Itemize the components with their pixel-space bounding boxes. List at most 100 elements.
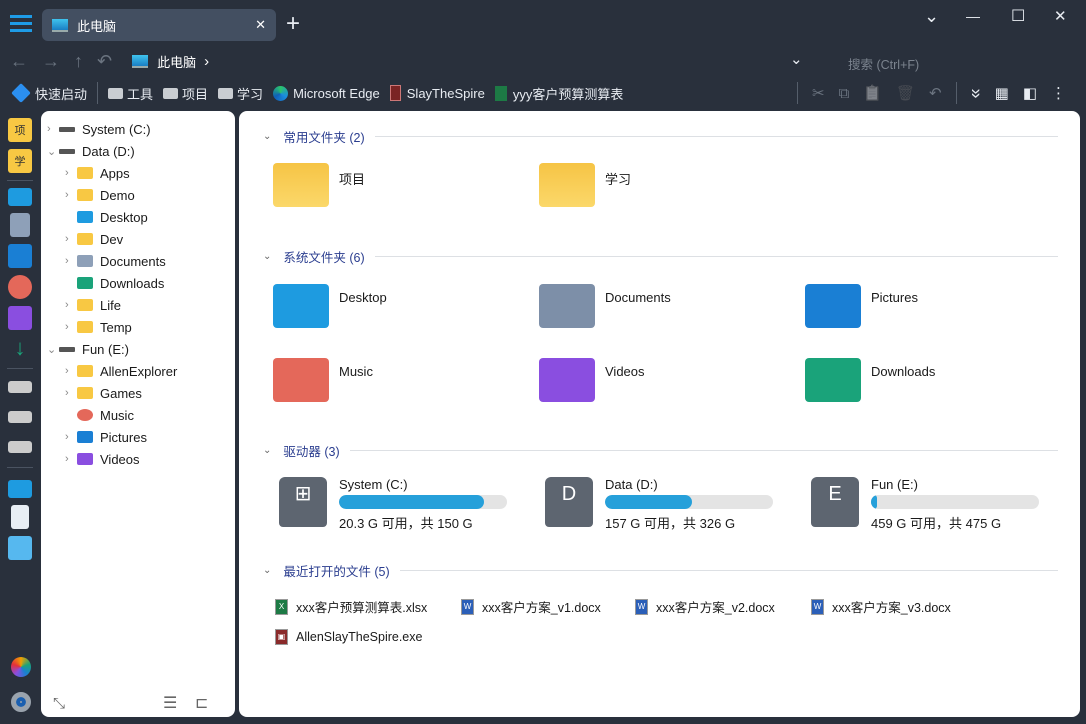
expand-chevron-icon[interactable]: › [65,299,77,311]
breadcrumb-separator[interactable]: › [204,53,209,70]
tree-item[interactable]: › Documents [65,250,166,272]
recent-file[interactable]: ▣ AllenSlayTheSpire.exe [275,629,422,645]
drive-item[interactable]: ⊞ System (C:) 20.3 G 可用，共 150 G [279,477,507,532]
section-system-folders[interactable]: ⌄ 系统文件夹 (6) [263,247,1058,266]
section-common-folders[interactable]: ⌄ 常用文件夹 (2) [263,127,1058,146]
drive-c-icon[interactable] [8,381,32,393]
tree-item[interactable]: › Demo [65,184,135,206]
recent-file[interactable]: Wxxx客户方案_v1.docx [461,597,601,616]
quick-launch[interactable]: 快速启动 [11,83,87,103]
section-drives[interactable]: ⌄ 驱动器 (3) [263,441,1058,460]
more-button[interactable]: ⋮ [1051,84,1066,102]
drive-e-icon[interactable] [8,441,32,453]
preview-pane-button[interactable]: ◧ [1023,84,1037,102]
expand-chevron-icon[interactable]: › [65,321,77,333]
music-icon[interactable] [8,275,32,299]
tree-item[interactable]: › Videos [65,448,140,470]
pinned-study[interactable]: 学 [8,149,32,173]
expand-chevron-icon[interactable]: › [47,123,59,135]
quick-study[interactable]: 学习 [218,84,263,103]
tree-item[interactable]: › Life [65,294,121,316]
drive-item[interactable]: D Data (D:) 157 G 可用，共 326 G [545,477,773,532]
delete-button[interactable]: 🗑 [896,84,915,102]
forward-button[interactable]: → [42,51,60,72]
new-tab-button[interactable]: + [286,10,300,38]
undo-nav-button[interactable]: ↶ [97,51,112,72]
system-folder-item[interactable]: Pictures [805,284,918,328]
tree-item[interactable]: › AllenExplorer [65,360,177,382]
quick-edge[interactable]: Microsoft Edge [273,85,380,101]
tree-item[interactable]: › Games [65,382,142,404]
system-folder-item[interactable]: Desktop [273,284,387,328]
drive-item[interactable]: E Fun (E:) 459 G 可用，共 475 G [811,477,1039,532]
folder-item[interactable]: 学习 [539,163,631,207]
tree-item[interactable]: › Dev [65,228,123,250]
section-recent-files[interactable]: ⌄ 最近打开的文件 (5) [263,561,1058,580]
expand-toolbar-button[interactable]: » [965,88,986,98]
copy-button[interactable]: ⧉ [839,85,850,102]
recent-file[interactable]: Wxxx客户方案_v3.docx [811,597,951,616]
system-folder-item[interactable]: Downloads [805,358,935,402]
pinned-projects[interactable]: 项 [8,118,32,142]
tabs-dropdown-button[interactable]: ⌄ [924,6,939,27]
expand-chevron-icon[interactable]: › [65,255,77,267]
system-folder-item[interactable]: Documents [539,284,671,328]
tree-item[interactable]: › Pictures [65,426,147,448]
color-theme-icon[interactable] [11,657,31,677]
expand-chevron-icon[interactable]: › [65,365,77,377]
expand-chevron-icon[interactable]: ⌄ [47,343,59,356]
up-button[interactable]: ↑ [74,51,83,72]
expand-chevron-icon[interactable]: › [65,387,77,399]
tree-item[interactable]: ⌄ Fun (E:) [47,338,129,360]
this-pc-icon[interactable] [8,480,32,498]
menu-button[interactable] [10,15,32,33]
quick-projects[interactable]: 项目 [163,84,208,103]
collapse-all-icon[interactable]: ⤡ [53,695,65,712]
expand-chevron-icon[interactable]: › [65,233,77,245]
videos-icon[interactable] [8,306,32,330]
maximize-button[interactable]: ☐ [1011,6,1025,26]
recent-file[interactable]: Wxxx客户方案_v2.docx [635,597,775,616]
drive-d-icon[interactable] [8,411,32,423]
close-window-button[interactable]: ✕ [1054,7,1067,25]
expand-chevron-icon[interactable]: ⌄ [47,145,59,158]
quick-tools[interactable]: 工具 [108,84,153,103]
breadcrumb-this-pc[interactable]: 此电脑 [157,52,196,71]
tree-item[interactable]: Desktop [65,206,148,228]
search-input[interactable]: 搜索 (Ctrl+F) [848,54,1068,73]
downloads-icon[interactable]: ↓ [8,337,32,361]
cut-button[interactable]: ✂ [812,84,825,102]
control-panel-icon[interactable] [8,536,32,560]
tree-item[interactable]: › System (C:) [47,118,151,140]
tree-item[interactable]: Downloads [65,272,164,294]
tree-item[interactable]: › Apps [65,162,130,184]
view-mode-button[interactable]: ▦ [995,84,1009,102]
settings-icon[interactable] [11,692,31,712]
tree-item[interactable]: Music [65,404,134,426]
expand-chevron-icon[interactable]: › [65,189,77,201]
folder-item[interactable]: 项目 [273,163,365,207]
undo-button[interactable]: ↶ [929,84,942,102]
tab-this-pc[interactable]: 此电脑 ✕ [42,9,276,41]
recent-file[interactable]: Xxxx客户预算测算表.xlsx [275,597,427,616]
quick-slaythespire[interactable]: SlayTheSpire [389,85,485,101]
expand-chevron-icon[interactable]: › [65,431,77,443]
desktop-icon[interactable] [8,188,32,206]
expand-chevron-icon[interactable]: › [65,453,77,465]
back-button[interactable]: ← [10,51,28,72]
address-dropdown[interactable]: ⌄ [790,50,803,68]
tab-close-button[interactable]: ✕ [255,17,266,33]
expand-chevron-icon[interactable]: › [65,167,77,179]
system-folder-item[interactable]: Music [273,358,373,402]
paste-button[interactable]: 📋 [863,84,882,102]
tree-item[interactable]: › Temp [65,316,132,338]
minimize-button[interactable]: — [966,8,980,24]
pictures-icon[interactable] [8,244,32,268]
recycle-bin-icon[interactable] [11,505,29,529]
tree-item[interactable]: ⌄ Data (D:) [47,140,135,162]
quick-excel[interactable]: yyy客户预算测算表 [494,84,623,103]
breadcrumb[interactable]: 此电脑 › [132,52,209,71]
indent-icon[interactable]: ☰ [163,693,177,713]
documents-icon[interactable] [10,213,30,237]
system-folder-item[interactable]: Videos [539,358,645,402]
